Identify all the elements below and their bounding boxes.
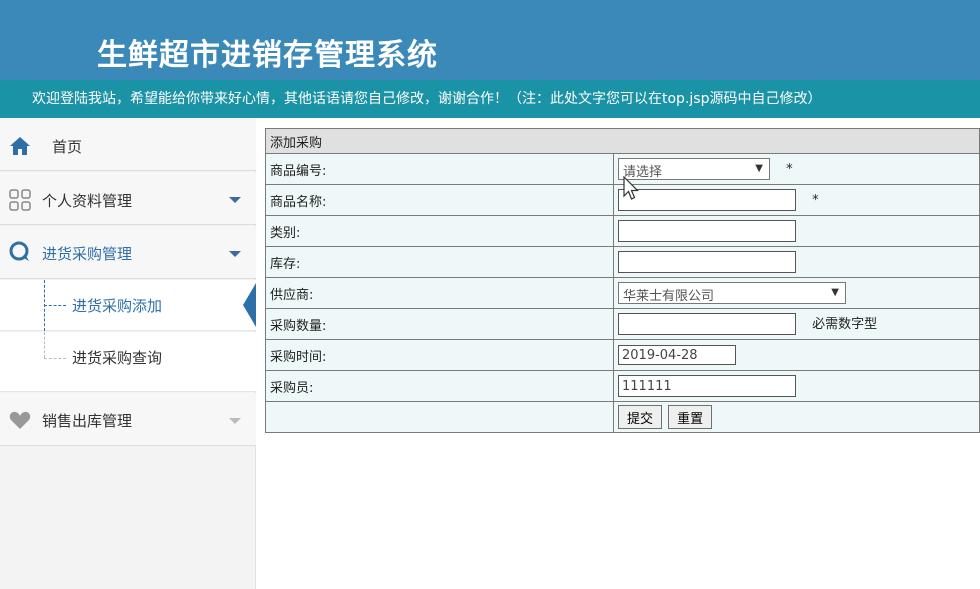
buyer-input[interactable]: [618, 375, 796, 397]
sidebar-subitem-label: 进货采购查询: [72, 349, 163, 367]
sidebar-item-sales[interactable]: 销售出库管理: [0, 393, 256, 446]
field-label: 采购员:: [265, 370, 614, 402]
select-value: 华莱士有限公司: [623, 289, 715, 304]
sidebar-subitem-purchase-query[interactable]: 进货采购查询: [0, 332, 256, 392]
quantity-input[interactable]: [618, 313, 796, 336]
purchase-time-input[interactable]: [618, 345, 736, 365]
field-label: 商品编号:: [265, 153, 614, 185]
heart-icon: [9, 411, 31, 429]
field-label: 库存:: [265, 246, 614, 278]
required-mark: *: [812, 192, 819, 208]
grid-icon: [9, 189, 31, 211]
empty-cell: [265, 401, 614, 433]
product-code-select[interactable]: 请选择 ▼: [618, 158, 770, 180]
stock-input[interactable]: [618, 251, 796, 273]
form-title: 添加采购: [265, 128, 980, 154]
chevron-down-icon: [229, 418, 241, 424]
chevron-down-icon: [229, 251, 241, 257]
tree-line: [44, 332, 45, 358]
field-label: 类别:: [265, 215, 614, 247]
sidebar-subitem-purchase-add[interactable]: 进货采购添加: [0, 280, 256, 331]
submit-button[interactable]: 提交: [618, 405, 663, 429]
chevron-down-icon: ▼: [831, 287, 839, 298]
field-label: 商品名称:: [265, 184, 614, 216]
chevron-down-icon: [229, 197, 241, 203]
sidebar-item-home[interactable]: 首页: [0, 118, 256, 171]
sidebar-item-label: 进货采购管理: [42, 245, 133, 263]
sidebar-item-label: 个人资料管理: [42, 192, 133, 210]
quantity-hint: 必需数字型: [812, 316, 878, 332]
reset-button[interactable]: 重置: [668, 405, 713, 429]
field-label: 供应商:: [265, 277, 614, 309]
tree-line: [44, 358, 66, 359]
supplier-select[interactable]: 华莱士有限公司 ▼: [618, 282, 846, 304]
required-mark: *: [786, 161, 793, 177]
sidebar-subitem-label: 进货采购添加: [72, 297, 163, 315]
chevron-down-icon: ▼: [755, 163, 763, 174]
tree-line: [44, 305, 66, 306]
sidebar-item-profile[interactable]: 个人资料管理: [0, 172, 256, 225]
notice-bar: 欢迎登陆我站，希望能给你带来好心情，其他话语请您自己修改，谢谢合作！（注：此处文…: [0, 80, 980, 118]
sidebar-item-label: 销售出库管理: [42, 412, 133, 430]
app-title: 生鲜超市进销存管理系统: [97, 38, 438, 73]
home-icon: [10, 137, 30, 155]
product-name-input[interactable]: [618, 189, 796, 211]
chat-icon: [9, 241, 29, 261]
mouse-cursor-icon: [623, 176, 639, 200]
sidebar-item-purchase[interactable]: 进货采购管理: [0, 226, 256, 279]
add-purchase-form: 添加采购 商品编号: 请选择 ▼ * 商品名称: * 类别: 库存: 供应商: …: [265, 128, 980, 433]
field-label: 采购时间:: [265, 339, 614, 371]
header-banner: 生鲜超市进销存管理系统: [0, 0, 980, 80]
sidebar-item-label: 首页: [52, 138, 83, 156]
field-label: 采购数量:: [265, 308, 614, 340]
category-input[interactable]: [618, 220, 796, 242]
notice-text: 欢迎登陆我站，希望能给你带来好心情，其他话语请您自己修改，谢谢合作！（注：此处文…: [32, 91, 822, 107]
active-indicator: [243, 283, 256, 327]
